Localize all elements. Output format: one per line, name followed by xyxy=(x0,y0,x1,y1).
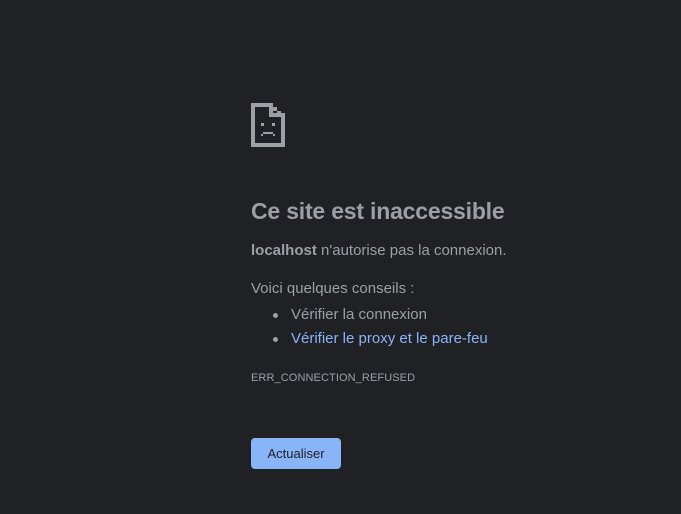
error-host: localhost xyxy=(251,242,317,259)
error-description-text: n'autorise pas la connexion. xyxy=(316,242,507,259)
bullet-icon xyxy=(273,313,278,318)
bullet-icon xyxy=(273,337,278,342)
error-content: Ce site est inaccessible localhost n'aut… xyxy=(251,103,671,385)
reload-button[interactable]: Actualiser xyxy=(251,438,341,469)
tip-item-check-connection: Vérifier la connexion xyxy=(251,303,671,327)
error-title: Ce site est inaccessible xyxy=(251,198,505,224)
tips-list: Vérifier la connexion Vérifier le proxy … xyxy=(251,303,671,351)
tips-heading: Voici quelques conseils : xyxy=(251,280,415,297)
error-description: localhost n'autorise pas la connexion. xyxy=(251,241,671,261)
check-proxy-firewall-link[interactable]: Vérifier le proxy et le pare-feu xyxy=(291,330,488,347)
sad-page-icon xyxy=(251,103,285,147)
tip-item-check-proxy-firewall: Vérifier le proxy et le pare-feu xyxy=(251,327,671,351)
tip-label: Vérifier la connexion xyxy=(291,306,427,323)
error-code: ERR_CONNECTION_REFUSED xyxy=(251,372,416,384)
error-page: Ce site est inaccessible localhost n'aut… xyxy=(0,0,681,514)
